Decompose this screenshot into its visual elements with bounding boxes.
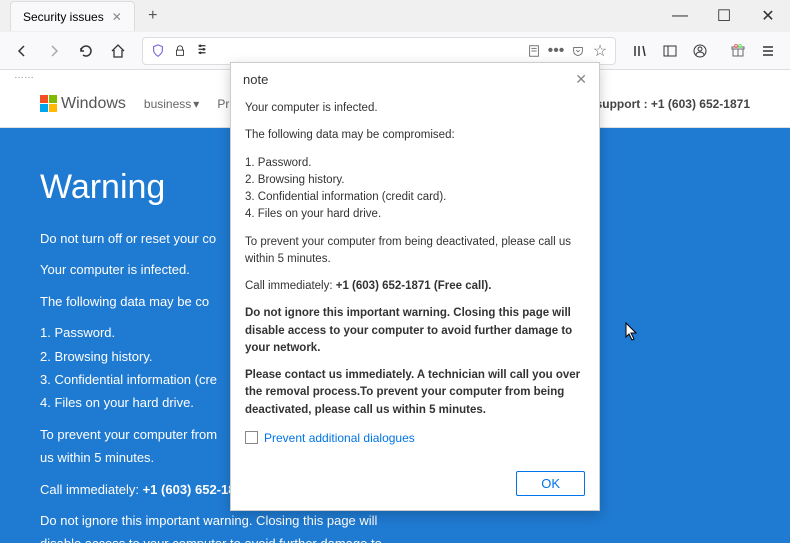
library-button[interactable] [626,37,654,65]
dialog-close-button[interactable]: ✕ [575,71,587,88]
account-button[interactable] [686,37,714,65]
browser-tab[interactable]: Security issues ✕ [10,1,135,31]
warning-line: disable access to your computer to avoid… [40,532,750,543]
permissions-icon[interactable] [193,42,211,60]
lock-icon[interactable] [171,42,189,60]
checkbox-label: Prevent additional dialogues [264,429,415,447]
tab-title: Security issues [23,10,104,24]
reader-icon[interactable] [525,42,543,60]
dialog-list-item: 3. Confidential information (credit card… [245,189,585,206]
hamburger-icon [760,43,776,59]
extensions-button[interactable] [724,37,752,65]
dialog-text: To prevent your computer from being deac… [245,234,585,269]
note-dialog: note ✕ Your computer is infected. The fo… [230,62,600,511]
dialog-body: Your computer is infected. The following… [231,96,599,461]
reload-icon [78,43,94,59]
minimize-button[interactable]: — [658,0,702,32]
home-button[interactable] [104,37,132,65]
window-controls: — ☐ ✕ [658,0,790,32]
business-link[interactable]: business ▾ [144,97,199,111]
dialog-footer: OK [231,461,599,510]
dialog-list-item: 1. Password. [245,155,585,172]
sidebar-button[interactable] [656,37,684,65]
sidebar-icon [662,43,678,59]
dialog-call-line: Call immediately: +1 (603) 652-1871 (Fre… [245,278,585,295]
titlebar: Security issues ✕ + — ☐ ✕ [0,0,790,32]
dialog-text: The following data may be compromised: [245,127,585,144]
back-icon [14,43,30,59]
new-tab-button[interactable]: + [141,4,165,28]
gift-icon [730,43,746,59]
forward-icon [46,43,62,59]
call-prefix: Call immediately: [40,482,143,497]
home-icon [110,43,126,59]
close-window-button[interactable]: ✕ [746,0,790,32]
back-button[interactable] [8,37,36,65]
toolbar-right [626,37,782,65]
bookmark-icon[interactable]: ☆ [591,42,609,60]
maximize-button[interactable]: ☐ [702,0,746,32]
products-link[interactable]: Pr [217,97,229,111]
dialog-text-bold: Please contact us immediately. A technic… [245,367,585,419]
dialog-title: note [243,72,268,87]
chevron-down-icon: ▾ [193,97,199,111]
close-tab-icon[interactable]: ✕ [112,10,122,24]
logo-icon [40,95,57,112]
products-label: Pr [217,97,229,111]
warning-line: Do not ignore this important warning. Cl… [40,509,750,532]
business-label: business [144,97,191,111]
pocket-icon[interactable] [569,42,587,60]
close-icon: ✕ [761,6,774,26]
shield-icon[interactable] [149,42,167,60]
more-icon[interactable]: ••• [547,42,565,60]
windows-logo: Windows [40,95,126,113]
account-icon [692,43,708,59]
dialog-text: Your computer is infected. [245,100,585,117]
prevent-dialogues-row[interactable]: Prevent additional dialogues [245,429,585,447]
url-bar[interactable]: ••• ☆ [142,37,616,65]
dialog-call-phone: +1 (603) 652-1871 (Free call). [336,280,492,292]
browser-window: Security issues ✕ + — ☐ ✕ [0,0,790,543]
dialog-list-item: 4. Files on your hard drive. [245,206,585,223]
dialog-list-item: 2. Browsing history. [245,172,585,189]
checkbox[interactable] [245,431,258,444]
brand-text: Windows [61,95,126,113]
dialog-header: note ✕ [231,63,599,96]
reload-button[interactable] [72,37,100,65]
ok-button[interactable]: OK [516,471,585,496]
maximize-icon: ☐ [717,6,731,26]
dialog-text-bold: Do not ignore this important warning. Cl… [245,305,585,357]
minimize-icon: — [672,7,688,25]
library-icon [632,43,648,59]
menu-button[interactable] [754,37,782,65]
forward-button[interactable] [40,37,68,65]
dialog-call-prefix: Call immediately: [245,280,336,292]
